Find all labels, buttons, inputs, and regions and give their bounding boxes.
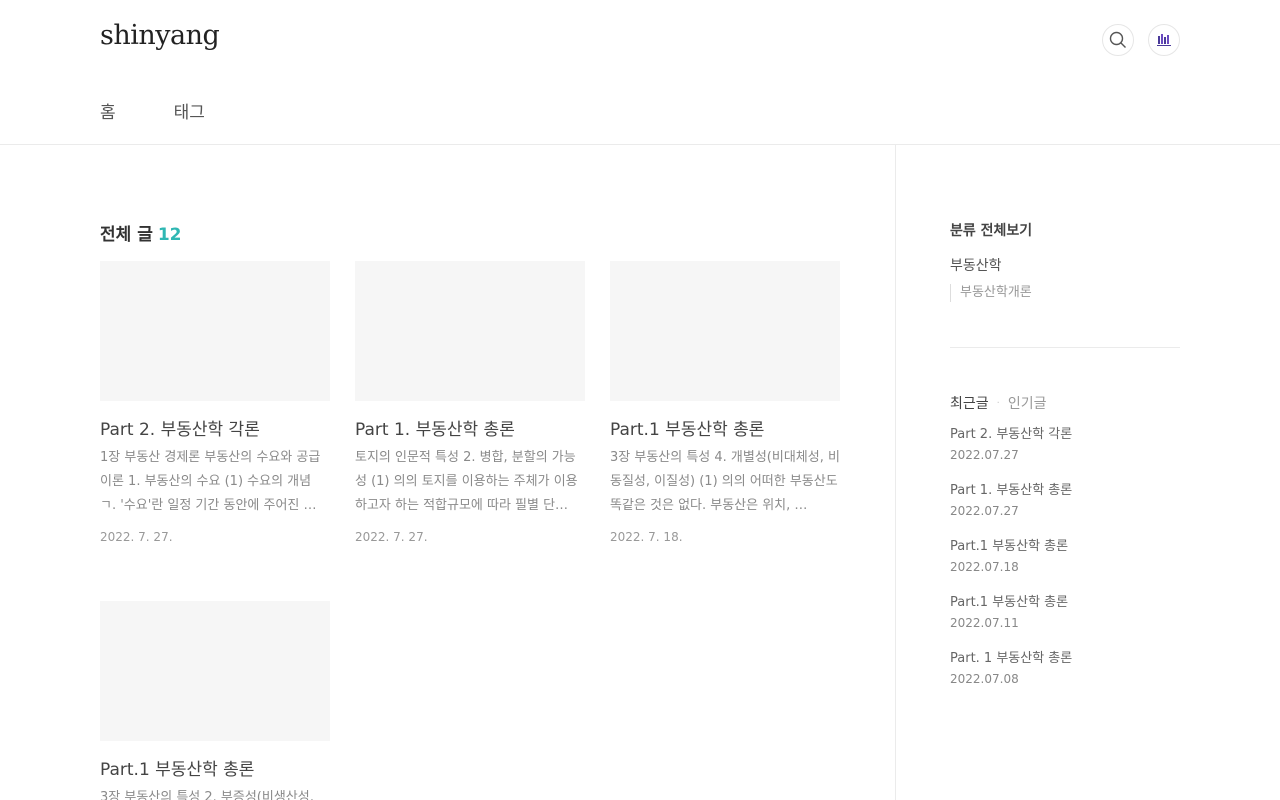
post-title[interactable]: Part 1. 부동산학 총론 [355,415,585,440]
post-card[interactable]: Part.1 부동산학 총론 3장 부동산의 특성 4. 개별성(비대체성, 비… [610,261,840,544]
list-item[interactable]: Part.1 부동산학 총론 2022.07.18 [950,537,1072,593]
recent-posts-list: Part 2. 부동산학 각론 2022.07.27 Part 1. 부동산학 … [950,425,1072,705]
post-date: 2022. 7. 27. [355,530,428,544]
recent-post-title[interactable]: Part 2. 부동산학 각론 [950,425,1072,445]
recent-post-title[interactable]: Part.1 부동산학 총론 [950,537,1072,557]
recent-post-title[interactable]: Part.1 부동산학 총론 [950,593,1072,613]
tab-separator: · [996,397,1000,409]
post-date: 2022. 7. 18. [610,530,683,544]
post-excerpt: 3장 부동산의 특성 2. 부증성(비생산성, [100,790,314,800]
post-card[interactable]: Part 2. 부동산학 각론 1장 부동산 경제론 부동산의 수요와 공급 이… [100,261,330,544]
post-card[interactable]: Part.1 부동산학 총론 3장 부동산의 특성 2. 부증성(비생산성, [100,601,330,800]
post-thumbnail[interactable] [100,261,330,401]
post-excerpt: 토지의 인문적 특성 2. 병합, 분할의 가능성 (1) 의의 토지를 이용하… [355,450,578,513]
list-item[interactable]: Part 1. 부동산학 총론 2022.07.27 [950,481,1072,537]
search-icon [1109,31,1126,48]
post-thumbnail[interactable] [100,601,330,741]
main-nav: 홈 태그 [100,98,263,123]
category-all-link[interactable]: 분류 전체보기 [950,220,1180,240]
post-title[interactable]: Part 2. 부동산학 각론 [100,415,330,440]
post-title[interactable]: Part.1 부동산학 총론 [100,755,330,780]
post-excerpt: 3장 부동산의 특성 4. 개별성(비대체성, 비동질성, 이질성) (1) 의… [610,450,840,513]
list-item[interactable]: Part.1 부동산학 총론 2022.07.11 [950,593,1072,649]
sidebar-divider [950,347,1180,348]
tab-recent[interactable]: 최근글 [950,393,989,413]
page-title: 전체 글 12 [100,220,182,245]
post-title[interactable]: Part.1 부동산학 총론 [610,415,840,440]
list-item[interactable]: Part 2. 부동산학 각론 2022.07.27 [950,425,1072,481]
search-button[interactable] [1102,24,1134,56]
subcategory-item[interactable]: 부동산학개론 [950,284,1032,302]
post-excerpt: 1장 부동산 경제론 부동산의 수요와 공급 이론 1. 부동산의 수요 (1)… [100,450,321,513]
post-thumbnail[interactable] [355,261,585,401]
sidebar-post-tabs: 최근글 · 인기글 [950,393,1180,413]
recent-post-date: 2022.07.18 [950,560,1019,574]
recent-post-date: 2022.07.27 [950,504,1019,518]
recent-post-date: 2022.07.11 [950,616,1019,630]
nav-item-home[interactable]: 홈 [100,98,116,123]
blog-logo[interactable]: shinyang [100,20,220,51]
list-item[interactable]: Part. 1 부동산학 총론 2022.07.08 [950,649,1072,705]
profile-button[interactable] [1148,24,1180,56]
content-divider [895,145,896,800]
post-thumbnail[interactable] [610,261,840,401]
post-date: 2022. 7. 27. [100,530,173,544]
post-count-badge: 12 [157,225,182,245]
tab-popular[interactable]: 인기글 [1008,393,1047,413]
recent-post-date: 2022.07.08 [950,672,1019,686]
recent-post-title[interactable]: Part. 1 부동산학 총론 [950,649,1072,669]
category-item[interactable]: 부동산학 [950,255,1180,275]
site-header: shinyang 홈 태그 [0,0,1280,145]
page-title-label: 전체 글 [100,225,153,245]
nav-item-tag[interactable]: 태그 [174,98,205,123]
profile-avatar-icon [1157,34,1171,46]
post-card[interactable]: Part 1. 부동산학 총론 토지의 인문적 특성 2. 병합, 분할의 가능… [355,261,585,544]
recent-post-date: 2022.07.27 [950,448,1019,462]
recent-post-title[interactable]: Part 1. 부동산학 총론 [950,481,1072,501]
